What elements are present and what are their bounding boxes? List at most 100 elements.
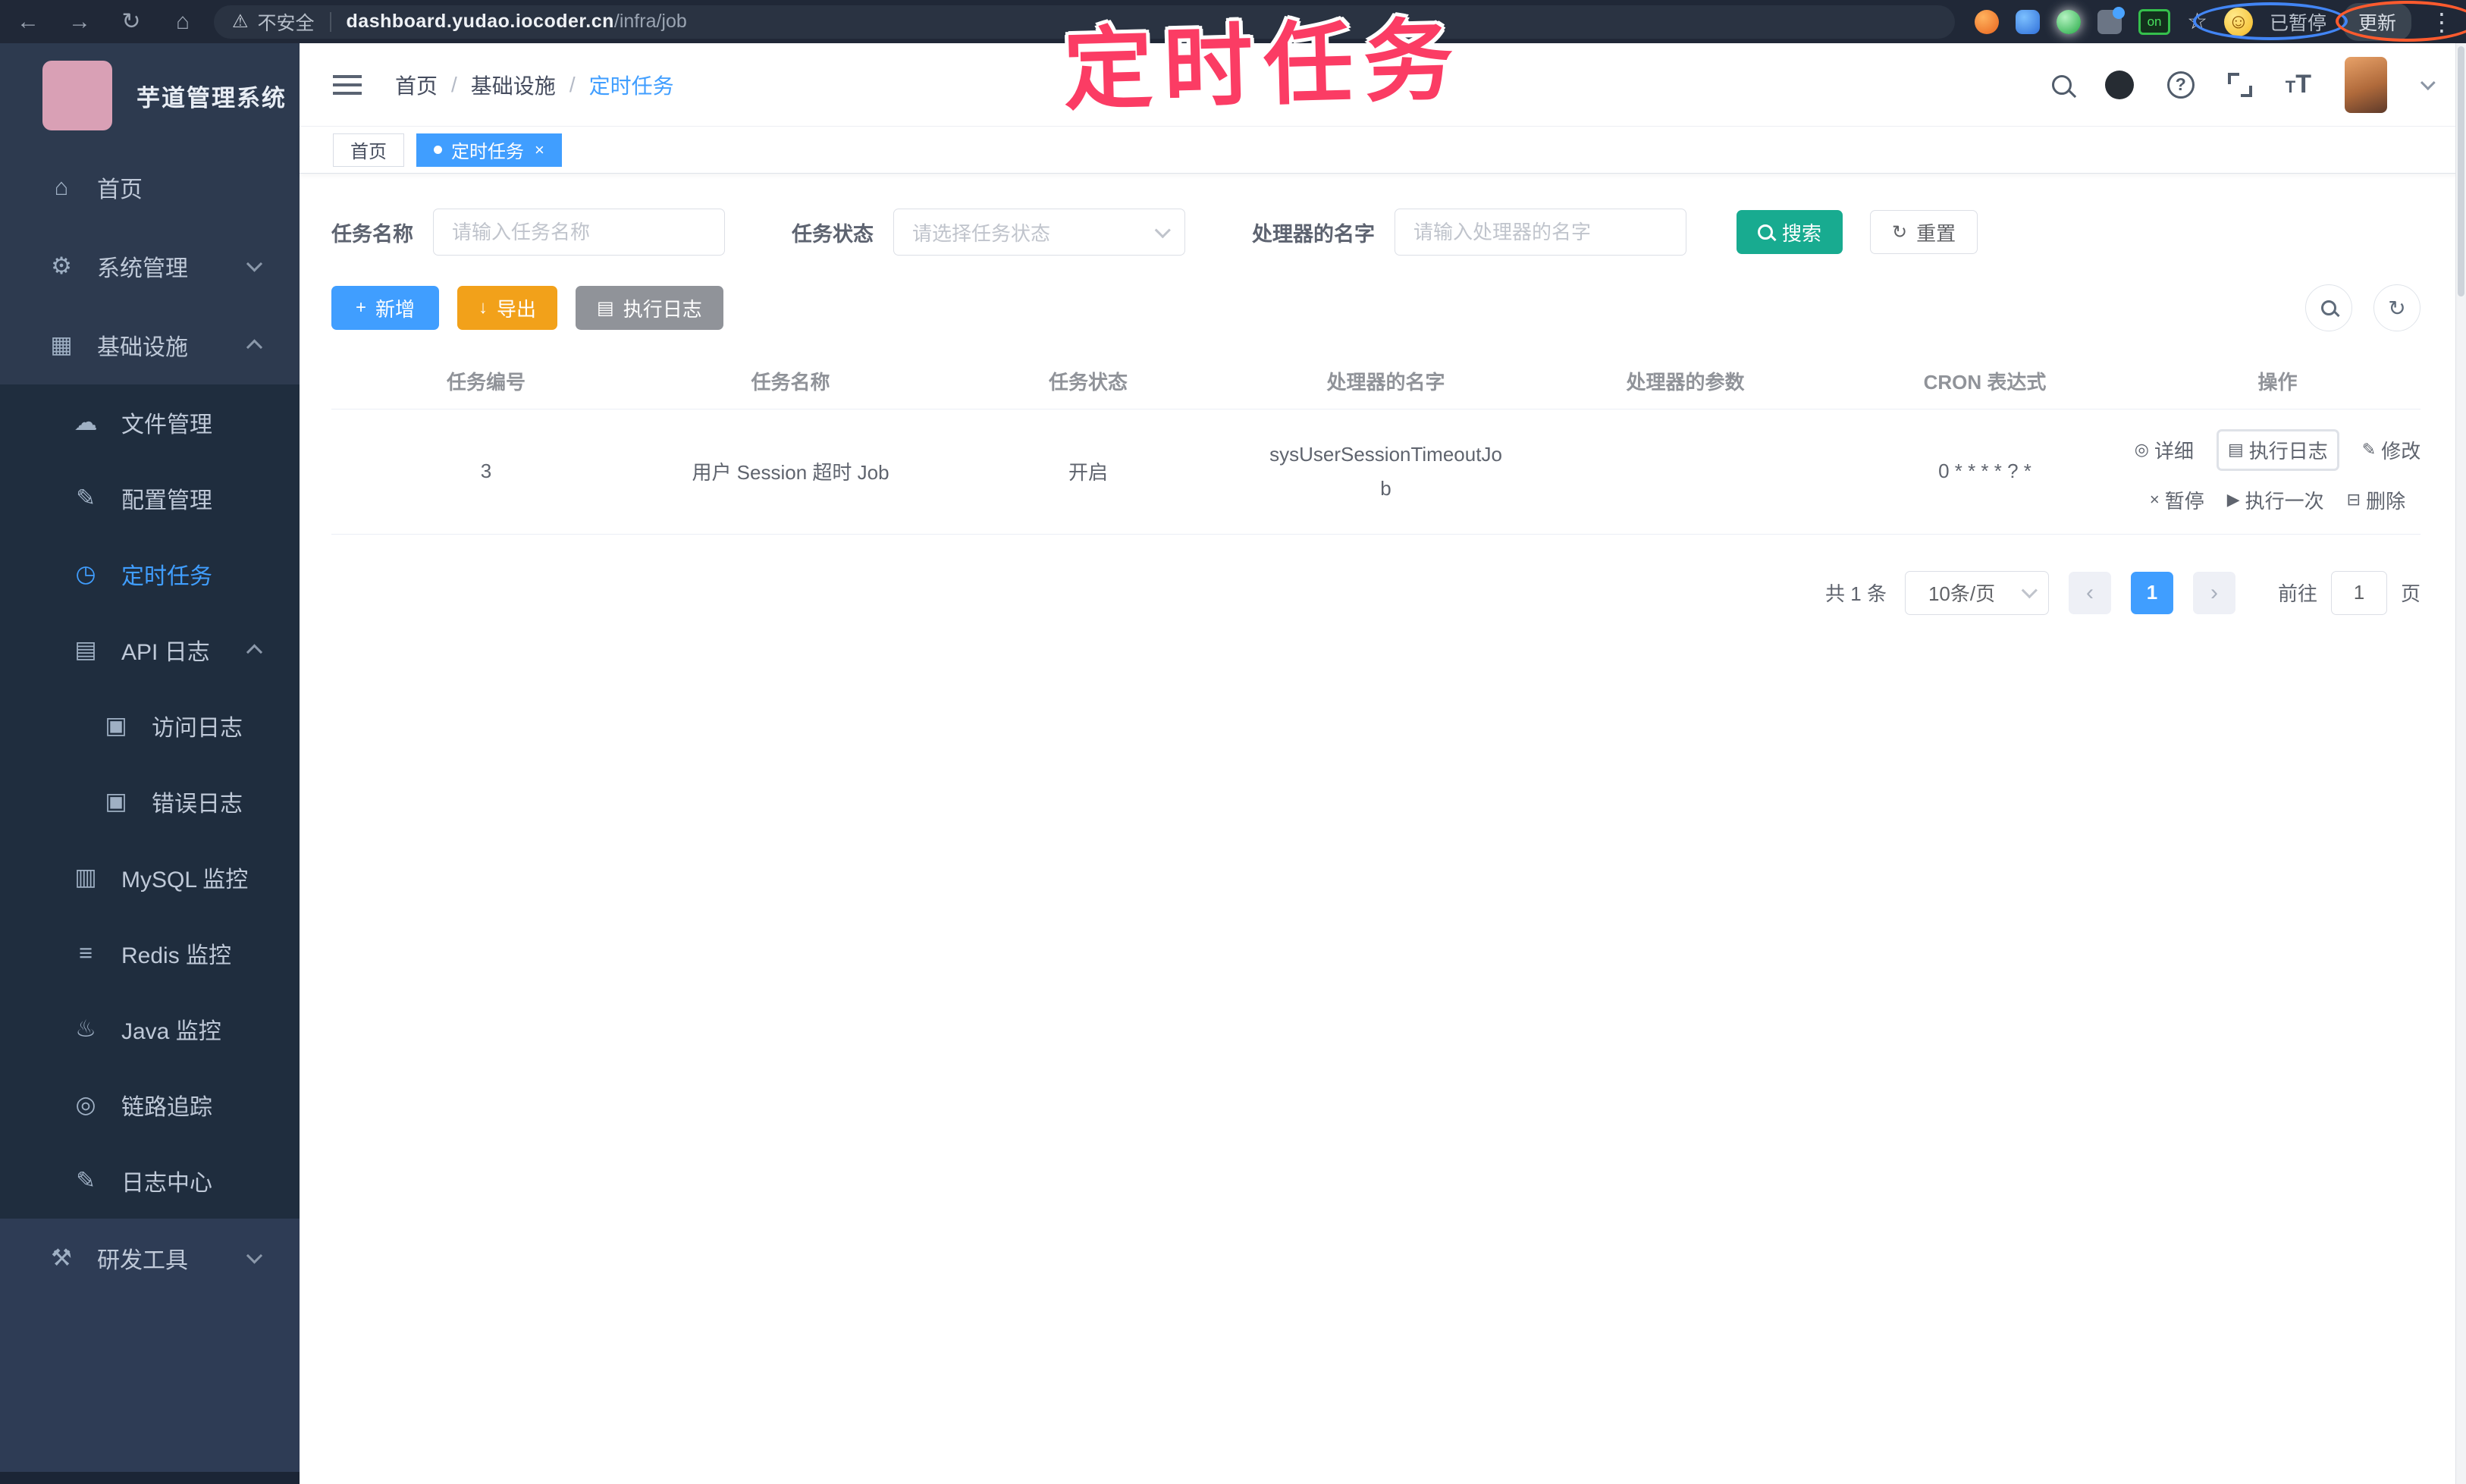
sidebar-item-java-monitor[interactable]: ♨ Java 监控 (0, 991, 300, 1067)
github-icon[interactable] (2104, 70, 2134, 99)
reset-button[interactable]: ↻ 重置 (1870, 210, 1978, 254)
sidebar-item-infrastructure[interactable]: ▦ 基础设施 (0, 306, 300, 384)
profile-emoji-avatar[interactable]: ☺ (2223, 7, 2253, 36)
export-button[interactable]: ↓ 导出 (457, 286, 558, 330)
breadcrumb: 首页 / 基础设施 / 定时任务 (395, 70, 674, 100)
op-delete-link[interactable]: ⊟ 删除 (2347, 486, 2405, 514)
sidebar-item-home[interactable]: ⌂ 首页 (0, 148, 300, 227)
help-icon[interactable]: ? (2166, 71, 2195, 99)
browser-reload-icon[interactable]: ↻ (117, 8, 146, 35)
header-actions: ? TT (2051, 56, 2436, 113)
goto-label: 前往 (2277, 582, 2317, 605)
breadcrumb-scheduled-tasks: 定时任务 (588, 74, 674, 98)
app-logo: 芋道管理系统 (0, 43, 300, 148)
sidebar-item-dev-tools[interactable]: ⚒ 研发工具 (0, 1219, 300, 1297)
breadcrumb-infrastructure[interactable]: 基础设施 (471, 70, 556, 100)
sidebar-item-scheduled-tasks[interactable]: ◷ 定时任务 (0, 536, 300, 612)
task-name-input[interactable] (433, 209, 725, 256)
redis-icon: ≡ (78, 940, 93, 966)
extension-icon[interactable] (2016, 9, 2041, 34)
chevron-down-icon (2021, 582, 2038, 599)
extension-icon[interactable] (1975, 9, 2000, 34)
sidebar-item-file-management[interactable]: ☁ 文件管理 (0, 384, 300, 460)
extension-icon[interactable] (2097, 6, 2126, 34)
fullscreen-icon[interactable] (2227, 72, 2252, 97)
total-count-label: 共 1 条 (1825, 582, 1887, 605)
page-size-value: 10条/页 (1928, 582, 1996, 605)
page-size-select[interactable]: 10条/页 (1904, 570, 2049, 615)
search-button[interactable]: 搜索 (1737, 210, 1843, 254)
sidebar-item-label: Redis 监控 (121, 943, 232, 968)
task-status-select[interactable]: 请选择任务状态 (893, 209, 1185, 256)
current-page-button[interactable]: 1 (2130, 571, 2173, 614)
op-detail-link[interactable]: ◎ 详细 (2135, 436, 2194, 464)
font-size-icon[interactable]: TT (2286, 70, 2311, 99)
sidebar-item-label: 定时任务 (121, 564, 212, 589)
active-tab-dot (434, 146, 442, 154)
chrome-update-button[interactable]: 更新 (2342, 2, 2411, 41)
bookmark-star-icon[interactable]: ☆ (2187, 8, 2207, 35)
col-task-status: 任务状态 (940, 354, 1236, 409)
page-scrollbar[interactable] (2455, 43, 2466, 1484)
collapse-sidebar-icon[interactable] (333, 74, 362, 96)
chevron-down-icon (246, 256, 263, 272)
col-task-id: 任务编号 (331, 354, 641, 409)
breadcrumb-home[interactable]: 首页 (395, 70, 438, 100)
sidebar-item-access-log[interactable]: ▣ 访问日志 (0, 688, 300, 764)
chevron-up-icon (246, 339, 263, 356)
add-button[interactable]: + 新增 (331, 286, 440, 330)
gear-icon: ⚙ (51, 253, 72, 279)
refresh-table-button[interactable]: ↻ (2373, 284, 2421, 331)
chevron-up-icon (246, 644, 263, 660)
edit-icon: ✎ (76, 485, 96, 511)
sidebar-item-api-log[interactable]: ▤ API 日志 (0, 612, 300, 688)
extension-on-badge-icon[interactable]: on (2138, 8, 2171, 35)
browser-forward-icon[interactable]: → (65, 9, 94, 35)
col-handler-param: 处理器的参数 (1536, 354, 1835, 409)
sidebar-item-label: 链路追踪 (121, 1095, 212, 1120)
sidebar-item-label: 系统管理 (97, 256, 188, 281)
op-run-once-link[interactable]: ▶ 执行一次 (2227, 486, 2324, 514)
user-avatar[interactable] (2345, 56, 2387, 113)
cell-handler-param (1536, 409, 1835, 535)
sidebar-item-trace[interactable]: ◎ 链路追踪 (0, 1067, 300, 1143)
infrastructure-icon: ▦ (50, 331, 73, 358)
sidebar-item-error-log[interactable]: ▣ 错误日志 (0, 764, 300, 839)
toggle-search-button[interactable] (2305, 284, 2352, 331)
task-status-label: 任务状态 (792, 222, 874, 246)
goto-page-input[interactable] (2330, 570, 2387, 615)
search-icon (1758, 224, 1773, 240)
play-icon: ▶ (2226, 490, 2240, 509)
op-job-log-link[interactable]: ▤ 执行日志 (2216, 428, 2339, 471)
timer-icon: ◷ (75, 560, 96, 587)
next-page-button[interactable]: › (2192, 571, 2235, 614)
sidebar-item-system-management[interactable]: ⚙ 系统管理 (0, 227, 300, 306)
sidebar-item-label: 访问日志 (152, 716, 243, 741)
sidebar-item-log-center[interactable]: ✎ 日志中心 (0, 1143, 300, 1219)
browser-home-icon[interactable]: ⌂ (168, 9, 197, 35)
chevron-down-icon (1154, 221, 1171, 238)
close-tab-icon[interactable]: × (535, 140, 544, 160)
search-icon[interactable] (2051, 74, 2072, 95)
sidebar-item-label: 错误日志 (152, 792, 243, 817)
not-secure-label: 不安全 (257, 12, 315, 34)
sidebar-item-mysql-monitor[interactable]: ▥ MySQL 监控 (0, 839, 300, 915)
op-pause-link[interactable]: × 暂停 (2150, 486, 2204, 514)
tab-home[interactable]: 首页 (333, 133, 404, 167)
page-unit-label: 页 (2400, 582, 2421, 605)
extension-icon[interactable] (2057, 9, 2082, 34)
col-cron: CRON 表达式 (1835, 354, 2135, 409)
op-modify-link[interactable]: ✎ 修改 (2362, 436, 2421, 464)
tab-scheduled-tasks[interactable]: 定时任务 × (416, 133, 562, 167)
handler-name-input[interactable] (1395, 209, 1686, 256)
prev-page-button[interactable]: ‹ (2068, 571, 2111, 614)
sidebar-item-redis-monitor[interactable]: ≡ Redis 监控 (0, 915, 300, 991)
breadcrumb-separator: / (451, 72, 457, 96)
tab-bar: 首页 定时任务 × (300, 127, 2466, 174)
job-log-button[interactable]: ▤ 执行日志 (576, 286, 723, 330)
sidebar-item-config-management[interactable]: ✎ 配置管理 (0, 460, 300, 536)
browser-back-icon[interactable]: ← (14, 9, 42, 35)
browser-menu-icon[interactable]: ⋮ (2430, 8, 2454, 36)
avatar-caret-icon[interactable] (2420, 74, 2436, 90)
sidebar-bottom: ⚒ 研发工具 (0, 1219, 300, 1484)
